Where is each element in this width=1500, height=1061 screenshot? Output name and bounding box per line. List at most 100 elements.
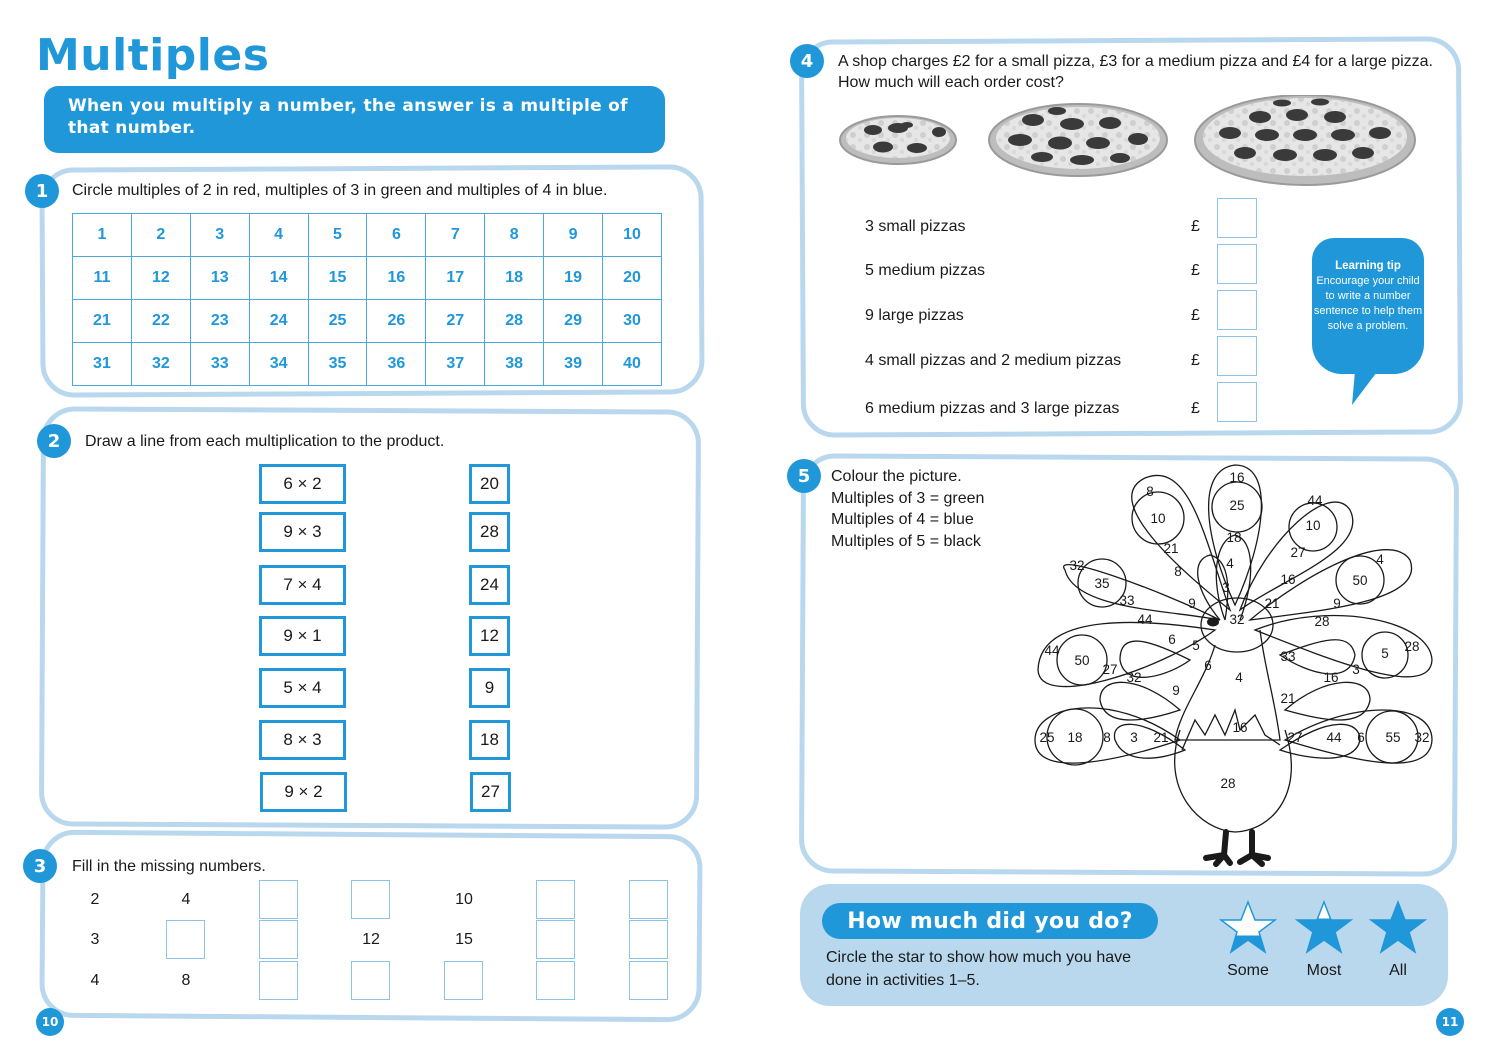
multiplication-box[interactable]: 8 × 3 — [259, 720, 346, 760]
peacock-region-number[interactable]: 4 — [1226, 556, 1234, 571]
peacock-region-number[interactable]: 6 — [1168, 632, 1176, 647]
grid-cell[interactable]: 37 — [425, 342, 486, 386]
grid-cell[interactable]: 2 — [130, 213, 191, 257]
answer-box[interactable] — [536, 920, 575, 959]
multiplication-box[interactable]: 9 × 1 — [259, 616, 346, 656]
order-answer-box[interactable] — [1217, 336, 1257, 376]
answer-box[interactable] — [536, 961, 575, 1000]
peacock-region-number[interactable]: 9 — [1333, 596, 1341, 611]
grid-cell[interactable]: 1 — [72, 213, 132, 257]
order-answer-box[interactable] — [1217, 290, 1257, 330]
grid-cell[interactable]: 26 — [366, 299, 427, 343]
grid-cell[interactable]: 38 — [484, 342, 545, 386]
answer-box[interactable] — [629, 961, 668, 1000]
order-answer-box[interactable] — [1217, 198, 1257, 238]
product-box[interactable]: 27 — [470, 772, 511, 812]
peacock-region-number[interactable]: 21 — [1264, 596, 1279, 611]
peacock-region-number[interactable]: 3 — [1130, 730, 1138, 745]
peacock-region-number[interactable]: 35 — [1094, 576, 1109, 591]
multiplication-box[interactable]: 9 × 3 — [259, 512, 346, 552]
grid-cell[interactable]: 4 — [248, 213, 309, 257]
product-box[interactable]: 18 — [469, 720, 510, 760]
peacock-region-number[interactable]: 21 — [1163, 541, 1178, 556]
multiplication-box[interactable]: 6 × 2 — [259, 464, 346, 504]
grid-cell[interactable]: 15 — [307, 256, 368, 300]
peacock-region-number[interactable]: 32 — [1229, 612, 1244, 627]
answer-box[interactable] — [259, 880, 298, 919]
peacock-region-number[interactable]: 6 — [1204, 658, 1212, 673]
peacock-region-number[interactable]: 50 — [1074, 653, 1089, 668]
grid-cell[interactable]: 25 — [307, 299, 368, 343]
peacock-region-number[interactable]: 25 — [1039, 730, 1054, 745]
grid-cell[interactable]: 12 — [130, 256, 191, 300]
peacock-region-number[interactable]: 21 — [1153, 730, 1168, 745]
grid-cell[interactable]: 5 — [307, 213, 368, 257]
grid-cell[interactable]: 18 — [484, 256, 545, 300]
answer-box[interactable] — [351, 961, 390, 1000]
grid-cell[interactable]: 22 — [130, 299, 191, 343]
peacock-region-number[interactable]: 27 — [1102, 662, 1117, 677]
peacock-region-number[interactable]: 5 — [1192, 638, 1200, 653]
answer-box[interactable] — [259, 920, 298, 959]
peacock-region-number[interactable]: 4 — [1376, 552, 1384, 567]
grid-cell[interactable]: 3 — [189, 213, 250, 257]
grid-cell[interactable]: 40 — [602, 342, 662, 386]
peacock-region-number[interactable]: 33 — [1119, 593, 1134, 608]
peacock-region-number[interactable]: 28 — [1314, 614, 1329, 629]
grid-cell[interactable]: 29 — [543, 299, 604, 343]
peacock-region-number[interactable]: 8 — [1146, 484, 1154, 499]
peacock-region-number[interactable]: 16 — [1229, 470, 1244, 485]
order-answer-box[interactable] — [1217, 382, 1257, 422]
peacock-region-number[interactable]: 8 — [1103, 730, 1111, 745]
peacock-region-number[interactable]: 10 — [1305, 518, 1320, 533]
grid-cell[interactable]: 14 — [248, 256, 309, 300]
product-box[interactable]: 28 — [469, 512, 510, 552]
peacock-region-number[interactable]: 44 — [1044, 643, 1060, 658]
answer-box[interactable] — [259, 961, 298, 1000]
peacock-region-number[interactable]: 32 — [1069, 558, 1084, 573]
peacock-region-number[interactable]: 8 — [1174, 564, 1182, 579]
peacock-region-number[interactable]: 50 — [1352, 573, 1367, 588]
grid-cell[interactable]: 36 — [366, 342, 427, 386]
peacock-region-number[interactable]: 32 — [1414, 730, 1429, 745]
peacock-region-number[interactable]: 9 — [1172, 683, 1180, 698]
star-option-most[interactable]: Most — [1294, 899, 1354, 980]
grid-cell[interactable]: 32 — [130, 342, 191, 386]
product-box[interactable]: 20 — [469, 464, 510, 504]
grid-cell[interactable]: 31 — [72, 342, 132, 386]
product-box[interactable]: 24 — [469, 565, 510, 605]
grid-cell[interactable]: 10 — [602, 213, 662, 257]
peacock-region-number[interactable]: 10 — [1150, 511, 1165, 526]
order-answer-box[interactable] — [1217, 244, 1257, 284]
grid-cell[interactable]: 21 — [72, 299, 132, 343]
peacock-region-number[interactable]: 27 — [1290, 545, 1305, 560]
grid-cell[interactable]: 16 — [366, 256, 427, 300]
peacock-region-number[interactable]: 3 — [1352, 662, 1360, 677]
grid-cell[interactable]: 6 — [366, 213, 427, 257]
answer-box[interactable] — [629, 920, 668, 959]
grid-cell[interactable]: 39 — [543, 342, 604, 386]
answer-box[interactable] — [536, 880, 575, 919]
peacock-region-number[interactable]: 9 — [1188, 596, 1196, 611]
answer-box[interactable] — [629, 880, 668, 919]
peacock-region-number[interactable]: 55 — [1385, 730, 1400, 745]
peacock-region-number[interactable]: 33 — [1280, 649, 1295, 664]
peacock-region-number[interactable]: 28 — [1404, 639, 1419, 654]
answer-box[interactable] — [166, 920, 205, 959]
multiplication-box[interactable]: 5 × 4 — [259, 668, 346, 708]
grid-cell[interactable]: 8 — [484, 213, 545, 257]
peacock-region-number[interactable]: 25 — [1229, 498, 1244, 513]
peacock-region-number[interactable]: 3 — [1222, 580, 1230, 595]
answer-box[interactable] — [444, 961, 483, 1000]
answer-box[interactable] — [351, 880, 390, 919]
grid-cell[interactable]: 13 — [189, 256, 250, 300]
peacock-region-number[interactable]: 16 — [1280, 572, 1295, 587]
peacock-region-number[interactable]: 44 — [1326, 730, 1342, 745]
peacock-region-number[interactable]: 5 — [1381, 646, 1389, 661]
star-option-some[interactable]: Some — [1218, 899, 1278, 980]
grid-cell[interactable]: 9 — [543, 213, 604, 257]
peacock-region-number[interactable]: 16 — [1232, 720, 1247, 735]
grid-cell[interactable]: 27 — [425, 299, 486, 343]
peacock-region-number[interactable]: 6 — [1357, 730, 1365, 745]
multiplication-box[interactable]: 9 × 2 — [260, 772, 347, 812]
